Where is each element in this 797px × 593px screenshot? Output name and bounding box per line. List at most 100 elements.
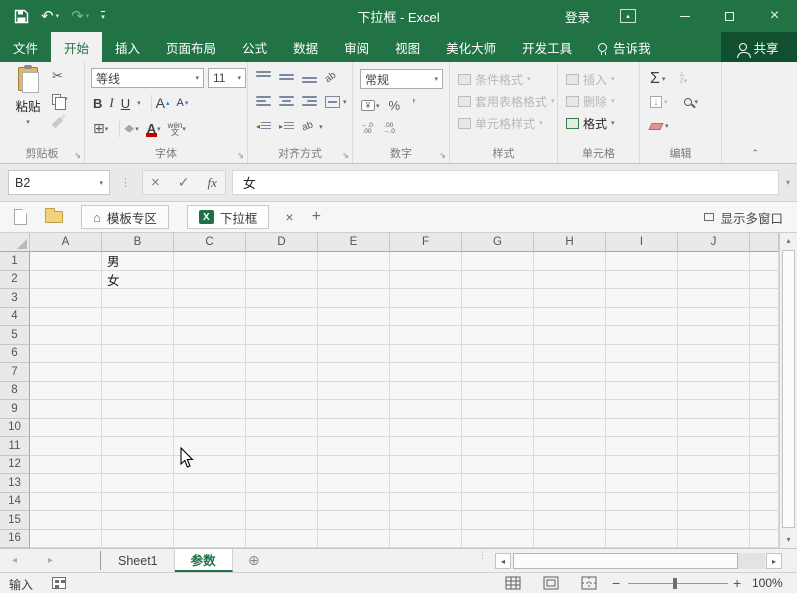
cell-H4[interactable] <box>534 307 606 326</box>
column-header-B[interactable]: B <box>102 233 174 252</box>
name-box[interactable]: B2 ▾ <box>8 170 110 195</box>
font-color-button[interactable]: A ▾ <box>145 121 161 137</box>
cell-C13[interactable] <box>174 474 246 493</box>
ribbon-tab-view[interactable]: 视图 <box>382 32 433 62</box>
cell-D1[interactable] <box>246 252 318 271</box>
cell-C2[interactable] <box>174 270 246 289</box>
cell-B4[interactable] <box>102 307 174 326</box>
undo-button[interactable]: ↶ ▾ <box>41 7 59 25</box>
zoom-slider-thumb[interactable] <box>673 578 677 589</box>
cell-D11[interactable] <box>246 437 318 456</box>
cell-F6[interactable] <box>390 344 462 363</box>
sign-in-button[interactable]: 登录 <box>565 7 590 26</box>
cell-H14[interactable] <box>534 492 606 511</box>
cell-D13[interactable] <box>246 474 318 493</box>
horizontal-scrollbar[interactable] <box>513 553 765 569</box>
clipboard-dialog-launcher[interactable]: ⇘ <box>74 152 81 160</box>
cell-F4[interactable] <box>390 307 462 326</box>
share-button[interactable]: 共享 <box>721 32 797 62</box>
ribbon-tab-data[interactable]: 数据 <box>280 32 331 62</box>
cell-E15[interactable] <box>318 511 390 530</box>
cell-C4[interactable] <box>174 307 246 326</box>
cell-G9[interactable] <box>462 400 534 419</box>
cell-E8[interactable] <box>318 381 390 400</box>
cell-G1[interactable] <box>462 252 534 271</box>
minimize-button[interactable] <box>662 0 707 32</box>
cell-G6[interactable] <box>462 344 534 363</box>
close-document-tab-button[interactable]: × <box>285 209 293 225</box>
cell-A13[interactable] <box>30 474 102 493</box>
cell-C16[interactable] <box>174 529 246 548</box>
copy-button[interactable]: ▾ <box>52 91 68 110</box>
cell-I10[interactable] <box>606 418 678 437</box>
sheet-tab-参数[interactable]: 参数 <box>174 549 233 572</box>
cell-G14[interactable] <box>462 492 534 511</box>
underline-dropdown[interactable]: ▾ <box>137 99 141 107</box>
row-header-13[interactable]: 13 <box>0 474 30 493</box>
cell-H5[interactable] <box>534 326 606 345</box>
maximize-button[interactable] <box>707 0 752 32</box>
cell-F11[interactable] <box>390 437 462 456</box>
ribbon-tab-review[interactable]: 审阅 <box>331 32 382 62</box>
increase-font-size-button[interactable]: A ▴ <box>156 95 170 111</box>
redo-button[interactable]: ↷ ▾ <box>71 7 89 25</box>
format-as-table-button[interactable]: 套用表格格式 ▾ <box>452 90 555 112</box>
cell-E14[interactable] <box>318 492 390 511</box>
cell-E5[interactable] <box>318 326 390 345</box>
row-header-3[interactable]: 3 <box>0 289 30 308</box>
cell-A16[interactable] <box>30 529 102 548</box>
ribbon-tab-page-layout[interactable]: 页面布局 <box>153 32 229 62</box>
cell-H11[interactable] <box>534 437 606 456</box>
cell-B2[interactable]: 女 <box>102 270 174 289</box>
bold-button[interactable]: B <box>93 96 102 111</box>
cell-D4[interactable] <box>246 307 318 326</box>
underline-button[interactable]: U <box>121 96 130 111</box>
row-header-16[interactable]: 16 <box>0 529 30 548</box>
cell-B16[interactable] <box>102 529 174 548</box>
increase-indent-button[interactable]: ▸ <box>279 121 295 132</box>
comma-style-button[interactable]: ʼ <box>412 97 415 114</box>
cell-J7[interactable] <box>678 363 750 382</box>
cell-J10[interactable] <box>678 418 750 437</box>
cell-H3[interactable] <box>534 289 606 308</box>
cell-J5[interactable] <box>678 326 750 345</box>
cell-H7[interactable] <box>534 363 606 382</box>
cell-G16[interactable] <box>462 529 534 548</box>
cell-I13[interactable] <box>606 474 678 493</box>
cell-E3[interactable] <box>318 289 390 308</box>
insert-function-button[interactable]: fx <box>208 175 217 191</box>
font-size-combo[interactable]: 11 ▾ <box>208 68 246 88</box>
ribbon-tab-insert[interactable]: 插入 <box>102 32 153 62</box>
cell-H12[interactable] <box>534 455 606 474</box>
cell-D9[interactable] <box>246 400 318 419</box>
cell-A10[interactable] <box>30 418 102 437</box>
cell-B1[interactable]: 男 <box>102 252 174 271</box>
scroll-left-button[interactable]: ◂ <box>495 553 511 569</box>
row-header-11[interactable]: 11 <box>0 437 30 456</box>
zoom-in-button[interactable]: + <box>733 575 741 591</box>
document-tab-2[interactable]: X 下拉框 <box>186 205 270 229</box>
vertical-scrollbar[interactable]: ▴ ▾ <box>779 233 797 548</box>
cell-C14[interactable] <box>174 492 246 511</box>
cell-F5[interactable] <box>390 326 462 345</box>
macro-record-icon[interactable] <box>52 577 66 589</box>
autosum-icon[interactable]: Σ <box>650 70 660 88</box>
cell-C3[interactable] <box>174 289 246 308</box>
cell-A14[interactable] <box>30 492 102 511</box>
cell-A12[interactable] <box>30 455 102 474</box>
cell-C7[interactable] <box>174 363 246 382</box>
column-header-A[interactable]: A <box>30 233 102 252</box>
row-header-14[interactable]: 14 <box>0 492 30 511</box>
zoom-out-button[interactable]: − <box>612 575 620 591</box>
cell-A15[interactable] <box>30 511 102 530</box>
ribbon-tab-home[interactable]: 开始 <box>51 32 103 62</box>
cell-G15[interactable] <box>462 511 534 530</box>
enter-button[interactable]: ✓ <box>178 174 190 191</box>
cell-E1[interactable] <box>318 252 390 271</box>
cell-F13[interactable] <box>390 474 462 493</box>
scroll-up-icon[interactable]: ▴ <box>780 233 797 249</box>
close-button[interactable]: × <box>752 0 797 32</box>
cell-F14[interactable] <box>390 492 462 511</box>
format-button[interactable]: 格式 ▾ <box>560 112 637 134</box>
paste-button[interactable]: 粘贴 ▾ <box>8 65 48 145</box>
